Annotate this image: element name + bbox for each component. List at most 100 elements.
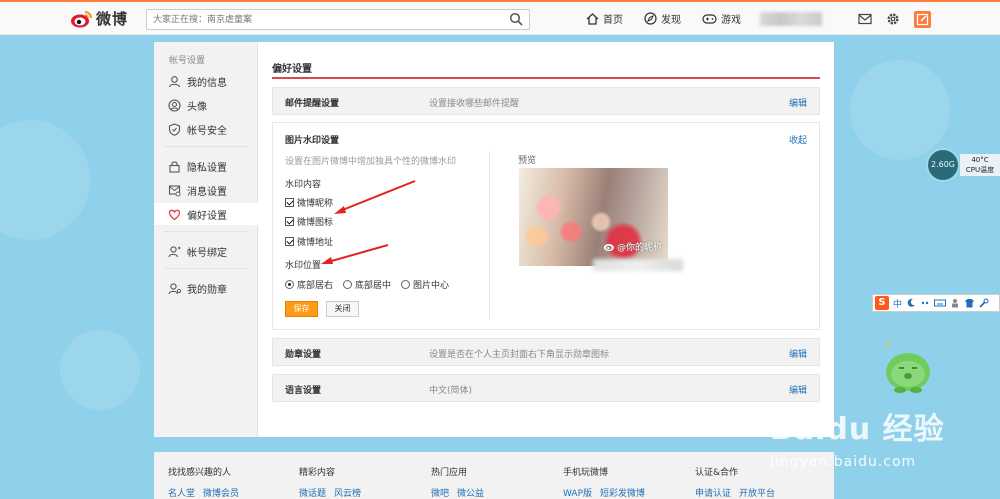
medal-icon — [168, 282, 181, 294]
pencil-icon — [916, 13, 929, 26]
save-button[interactable]: 保存 — [285, 301, 318, 317]
radio-button-selected[interactable] — [285, 280, 294, 289]
footer-link[interactable]: 微吧 — [431, 486, 449, 499]
footer-link[interactable]: 微博会员 — [203, 486, 239, 499]
footer-column: 认证&合作 申请认证 开放平台 — [695, 465, 775, 499]
radio-label: 图片中心 — [413, 281, 450, 291]
search-input[interactable] — [147, 10, 497, 29]
settings-sidebar: 帐号设置 我的信息 头像 帐号安全 隐私设置 消息设置 偏好设置 帐号绑定 我的… — [154, 42, 259, 437]
collapse-link[interactable]: 收起 — [789, 133, 807, 146]
footer-link[interactable]: 名人堂 — [168, 486, 195, 499]
compose-button[interactable] — [914, 11, 931, 28]
footer-link[interactable]: 申请认证 — [695, 486, 731, 499]
radio-label: 底部居右 — [297, 281, 334, 291]
ime-mode-label[interactable]: 中 — [893, 297, 902, 310]
sogou-logo-icon: S — [875, 296, 889, 310]
search-box — [146, 9, 530, 30]
email-settings-row: 邮件提醒设置 设置接收哪些邮件提醒 编辑 — [272, 87, 820, 115]
message-icon[interactable] — [858, 12, 872, 26]
checkbox-label: 微博昵称 — [297, 199, 334, 209]
settings-panel: 帐号设置 我的信息 头像 帐号安全 隐私设置 消息设置 偏好设置 帐号绑定 我的… — [154, 42, 834, 437]
weibo-logo[interactable]: 微博 — [70, 8, 128, 29]
watermark-content-label: 水印内容 — [285, 180, 322, 190]
skin-icon[interactable] — [964, 298, 975, 308]
footer-link[interactable]: 微话题 — [299, 486, 326, 499]
wrench-icon[interactable] — [979, 298, 989, 308]
row-description: 设置是否在个人主页封面右下角显示勋章图标 — [429, 350, 610, 360]
footer-column: 精彩内容 微话题 风云榜 — [299, 465, 361, 499]
desktop-pet-icon[interactable]: z z — [880, 338, 940, 394]
sidebar-item-my-info[interactable]: 我的信息 — [154, 70, 258, 92]
user-icon[interactable] — [950, 298, 960, 308]
row-title: 邮件提醒设置 — [285, 99, 340, 109]
checkbox-label: 微博图标 — [297, 218, 334, 228]
radio-button[interactable] — [401, 280, 411, 289]
footer-link[interactable]: 微公益 — [457, 486, 484, 499]
nav-home[interactable]: 首页 — [586, 11, 623, 26]
sidebar-item-label: 我的信息 — [187, 77, 227, 89]
footer-heading: 手机玩微博 — [563, 468, 609, 478]
sidebar-item-label: 帐号安全 — [187, 125, 227, 137]
checkbox-checked[interactable] — [285, 237, 294, 246]
gear-icon[interactable] — [886, 12, 900, 26]
row-description: 设置接收哪些邮件提醒 — [429, 99, 520, 109]
close-button[interactable]: 关闭 — [326, 301, 359, 317]
baidu-watermark-url: jingyan.baidu.com — [770, 454, 917, 470]
radio-button[interactable] — [343, 280, 353, 289]
watermark-position-label: 水印位置 — [285, 261, 322, 271]
cpu-temperature-label: 40°C CPU温度 — [960, 154, 1000, 176]
sidebar-item-label: 消息设置 — [187, 186, 227, 198]
edit-link[interactable]: 编辑 — [789, 96, 807, 109]
checkbox-weibo-icon[interactable]: 微博图标 — [285, 215, 333, 228]
footer-heading: 热门应用 — [431, 468, 468, 478]
weibo-eye-icon — [603, 244, 614, 252]
nav-games[interactable]: 游戏 — [702, 11, 741, 26]
footer-link[interactable]: 风云榜 — [334, 486, 361, 499]
moon-icon[interactable] — [906, 298, 916, 308]
medal-settings-row: 勋章设置 设置是否在个人主页封面右下角显示勋章图标 编辑 — [272, 338, 820, 366]
shield-icon — [168, 122, 181, 136]
sidebar-item-preferences[interactable]: 偏好设置 — [154, 203, 259, 225]
nav-discover[interactable]: 发现 — [644, 11, 681, 26]
svg-text:z: z — [889, 338, 892, 345]
row-title: 勋章设置 — [285, 350, 322, 360]
footer-column: 找找感兴趣的人 名人堂 微博会员 — [168, 465, 239, 499]
lock-icon — [169, 161, 180, 173]
ime-toolbar[interactable]: S 中 — [872, 294, 1000, 312]
language-settings-row: 语言设置 中文(简体) 编辑 — [272, 374, 820, 402]
edit-link[interactable]: 编辑 — [789, 347, 807, 360]
footer-heading: 精彩内容 — [299, 468, 336, 478]
footer-link[interactable]: 短彩发微博 — [600, 486, 645, 499]
footer-heading: 认证&合作 — [695, 468, 739, 478]
search-icon[interactable] — [509, 12, 523, 26]
sidebar-divider — [164, 146, 248, 147]
checkbox-label: 微博地址 — [297, 238, 334, 248]
background-bubble — [60, 330, 140, 410]
username-blurred[interactable] — [760, 12, 822, 26]
sidebar-item-avatar[interactable]: 头像 — [154, 94, 258, 116]
checkbox-nickname[interactable]: 微博昵称 — [285, 196, 333, 209]
radio-label: 底部居中 — [355, 281, 392, 291]
weibo-eye-icon — [71, 10, 92, 27]
home-icon — [586, 12, 599, 25]
preview-watermark: @你的昵称 — [603, 240, 662, 253]
checkbox-checked[interactable] — [285, 217, 294, 226]
checkbox-weibo-url[interactable]: 微博地址 — [285, 235, 333, 248]
radio-bottom-right[interactable]: 底部居右 — [285, 278, 333, 291]
keyboard-icon[interactable] — [934, 298, 947, 308]
page-title: 偏好设置 — [272, 64, 312, 75]
watermark-description: 设置在图片微博中增加独具个性的微博水印 — [285, 157, 457, 167]
sidebar-item-medals[interactable]: 我的勋章 — [154, 277, 258, 299]
cpu-temperature-widget[interactable]: 2.60G 40°C CPU温度 — [926, 148, 1000, 182]
sidebar-item-account-binding[interactable]: 帐号绑定 — [154, 240, 258, 262]
footer-link[interactable]: WAP版 — [563, 486, 592, 499]
sidebar-divider — [164, 268, 248, 269]
radio-image-center[interactable]: 图片中心 — [401, 278, 449, 291]
sidebar-item-privacy[interactable]: 隐私设置 — [154, 155, 258, 177]
checkbox-checked[interactable] — [285, 198, 294, 207]
punctuation-icon[interactable] — [920, 298, 930, 308]
sidebar-item-account-security[interactable]: 帐号安全 — [154, 118, 258, 140]
message-settings-icon — [168, 184, 181, 196]
radio-bottom-center[interactable]: 底部居中 — [343, 278, 391, 291]
sidebar-item-messages[interactable]: 消息设置 — [154, 179, 258, 201]
